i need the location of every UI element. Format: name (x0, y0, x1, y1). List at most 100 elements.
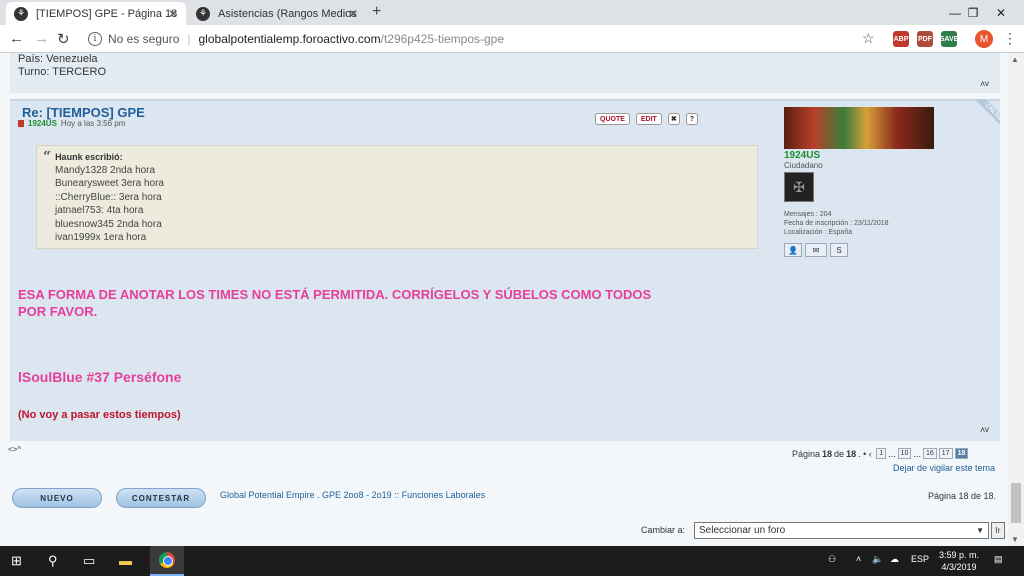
scroll-up-icon[interactable]: ▲ (1011, 55, 1019, 64)
profile-messages: Mensajes : 204 (784, 211, 832, 218)
pagination-dot: . • ‹ (858, 448, 875, 459)
pagination-current: 18 (822, 448, 833, 459)
page-link-current[interactable]: 18 (954, 448, 969, 459)
quote-button[interactable]: QUOTE (595, 113, 630, 125)
chevron-up-icon[interactable]: ˄ (856, 554, 861, 564)
adblock-extension-icon[interactable]: ABP (893, 31, 909, 47)
jump-go-button[interactable]: Ir (991, 522, 1005, 539)
clock-time: 3:59 p. m. (938, 550, 980, 560)
forum-jump-select[interactable]: Seleccionar un foro ▼ (694, 522, 989, 539)
browser-tab-bar: ⚘ [TIEMPOS] GPE - Página 18 ✕ ⚘ Asistenc… (0, 0, 1024, 25)
page-link[interactable]: 1 (876, 448, 887, 459)
file-explorer-icon[interactable]: ▬ (119, 553, 132, 568)
message-line-2: POR FAVOR. (18, 304, 98, 319)
windows-taskbar: ⊞ ⚲ ▭ ▬ ⚇ ˄ 🔈 ☁ ESP 3:59 p. m. 4/3/2019 … (0, 546, 1024, 576)
post-title[interactable]: Re: [TIEMPOS] GPE (22, 105, 145, 120)
page-ellipsis: ... (888, 448, 896, 459)
system-clock[interactable]: 3:59 p. m. 4/3/2019 (934, 549, 984, 573)
new-tab-button[interactable]: + (372, 3, 381, 21)
profile-contact-icons: 👤 ✉ S (784, 243, 994, 257)
avatar[interactable]: ✠ (784, 172, 814, 202)
close-tab-icon[interactable]: ✕ (168, 7, 178, 21)
close-tab-icon[interactable]: ✕ (348, 7, 358, 21)
pm-icon[interactable]: ✉ (805, 243, 827, 257)
pagination-label: Página (792, 448, 821, 459)
post-note: (No voy a pasar estos tiempos) (18, 409, 181, 421)
bottom-nav-arrows[interactable]: <>^ (8, 445, 21, 454)
browser-menu-icon[interactable]: ⋮ (1003, 30, 1017, 47)
page-ellipsis: ... (913, 448, 921, 459)
security-label: No es seguro (108, 32, 180, 46)
forum-post: Re: [TIEMPOS] GPE 1924US Hoy a las 3:56 … (10, 99, 1000, 441)
notification-icon[interactable]: ▤ (994, 554, 1003, 565)
footer-page-indicator: Página 18 de 18. (928, 491, 997, 501)
profile-rank: Ciudadano (784, 161, 823, 170)
forum-favicon-icon: ⚘ (14, 6, 28, 21)
profile-avatar[interactable]: M (975, 30, 993, 48)
url-host: globalpotentialemp.foroactivo.com (198, 32, 381, 46)
post-meta: 1924US Hoy a las 3:56 pm (18, 119, 125, 128)
prev-updown-arrows[interactable]: ˄˅ (980, 79, 989, 89)
prev-shift: Turno: TERCERO (18, 66, 107, 78)
pdf-extension-icon[interactable]: PDF (917, 31, 933, 47)
address-bar[interactable]: i No es seguro | globalpotentialemp.foro… (82, 28, 884, 50)
quote-line: jatnael753: 4ta hora (55, 205, 144, 217)
previous-post-tail: País: Venezuela Turno: TERCERO ˄˅ (10, 53, 1000, 93)
pagination-total: 18 (846, 448, 857, 459)
forum-page: País: Venezuela Turno: TERCERO ˄˅ Re: [T… (0, 53, 1024, 546)
quote-lines: Mandy1328 2nda hora Bunearysweet 3era ho… (55, 164, 757, 244)
reply-button[interactable]: CONTESTAR (116, 488, 206, 508)
profile-username[interactable]: 1924US (784, 150, 994, 161)
network-icon[interactable]: ☁ (890, 554, 899, 565)
quote-line: bluesnow345 2nda hora (55, 218, 162, 230)
clock-date: 4/3/2019 (941, 562, 977, 572)
back-icon[interactable]: ← (9, 30, 24, 47)
pagination-of: de (834, 448, 845, 459)
language-indicator[interactable]: ESP (911, 554, 929, 564)
scroll-down-icon[interactable]: ▼ (1011, 535, 1019, 544)
edit-button[interactable]: EDIT (635, 113, 662, 125)
skype-icon[interactable]: S (830, 243, 848, 257)
reload-icon[interactable]: ↻ (57, 30, 70, 48)
tab-asistencias[interactable]: ⚘ Asistencias (Rangos Medios en A ✕ (188, 2, 366, 25)
people-icon[interactable]: ⚇ (828, 554, 836, 565)
post-time: Hoy a las 3:56 pm (60, 119, 126, 128)
bookmark-star-icon[interactable]: ☆ (862, 30, 875, 47)
forward-icon[interactable]: → (34, 30, 49, 47)
volume-icon[interactable]: 🔈 (872, 554, 883, 565)
quote-header: “ Haunk escribió: (43, 149, 757, 165)
chrome-taskbar-icon[interactable] (150, 546, 184, 576)
profile-icon[interactable]: 👤 (784, 243, 802, 257)
tab-title: Asistencias (Rangos Medios en A (218, 7, 358, 20)
delete-icon[interactable]: ✖ (667, 113, 680, 125)
chevron-down-icon: ▼ (976, 526, 984, 535)
post-author[interactable]: 1924US (28, 119, 57, 128)
address-separator: | (187, 32, 191, 46)
close-window-button[interactable]: ✕ (978, 0, 1024, 25)
profile-joined: Fecha de inscripción : 23/11/2018 (784, 220, 889, 227)
start-icon[interactable]: ⊞ (11, 553, 22, 569)
new-topic-button[interactable]: NUEVO (12, 488, 102, 508)
unwatch-topic-link[interactable]: Dejar de vigilar este tema (893, 463, 995, 473)
page-link[interactable]: 16 (922, 448, 937, 459)
scroll-thumb[interactable] (1011, 483, 1021, 523)
save-extension-icon[interactable]: SAVE (940, 31, 958, 47)
info-icon[interactable]: i (88, 32, 102, 46)
page-link[interactable]: 17 (938, 448, 953, 459)
quote-line: ivan1999x 1era hora (55, 232, 147, 244)
url-path: /t296p425-tiempos-gpe (380, 32, 505, 46)
jump-label: Cambiar a: (641, 525, 686, 535)
page-link[interactable]: 10 (897, 448, 912, 459)
task-view-icon[interactable]: ▭ (83, 553, 95, 569)
tab-tiempos[interactable]: ⚘ [TIEMPOS] GPE - Página 18 ✕ (6, 2, 186, 25)
profile-location: Localización : España (784, 229, 853, 236)
post-updown-arrows[interactable]: ˄˅ (980, 425, 989, 435)
profile-sidebar: 1924US Ciudadano ✠ Mensajes : 204 Fecha … (784, 107, 994, 257)
pagination: Página 18 de 18 . • ‹ 1 ... 10 ... 16 17… (792, 448, 969, 459)
page-scrollbar[interactable]: ▲ ▼ (1008, 53, 1024, 546)
quote-mark-icon: “ (43, 149, 52, 165)
breadcrumb[interactable]: Global Potential Empire . GPE 2oo8 - 2o1… (220, 490, 485, 500)
prev-country: País: Venezuela (18, 53, 98, 65)
search-icon[interactable]: ⚲ (48, 553, 58, 569)
ip-icon[interactable]: ? (685, 113, 698, 125)
